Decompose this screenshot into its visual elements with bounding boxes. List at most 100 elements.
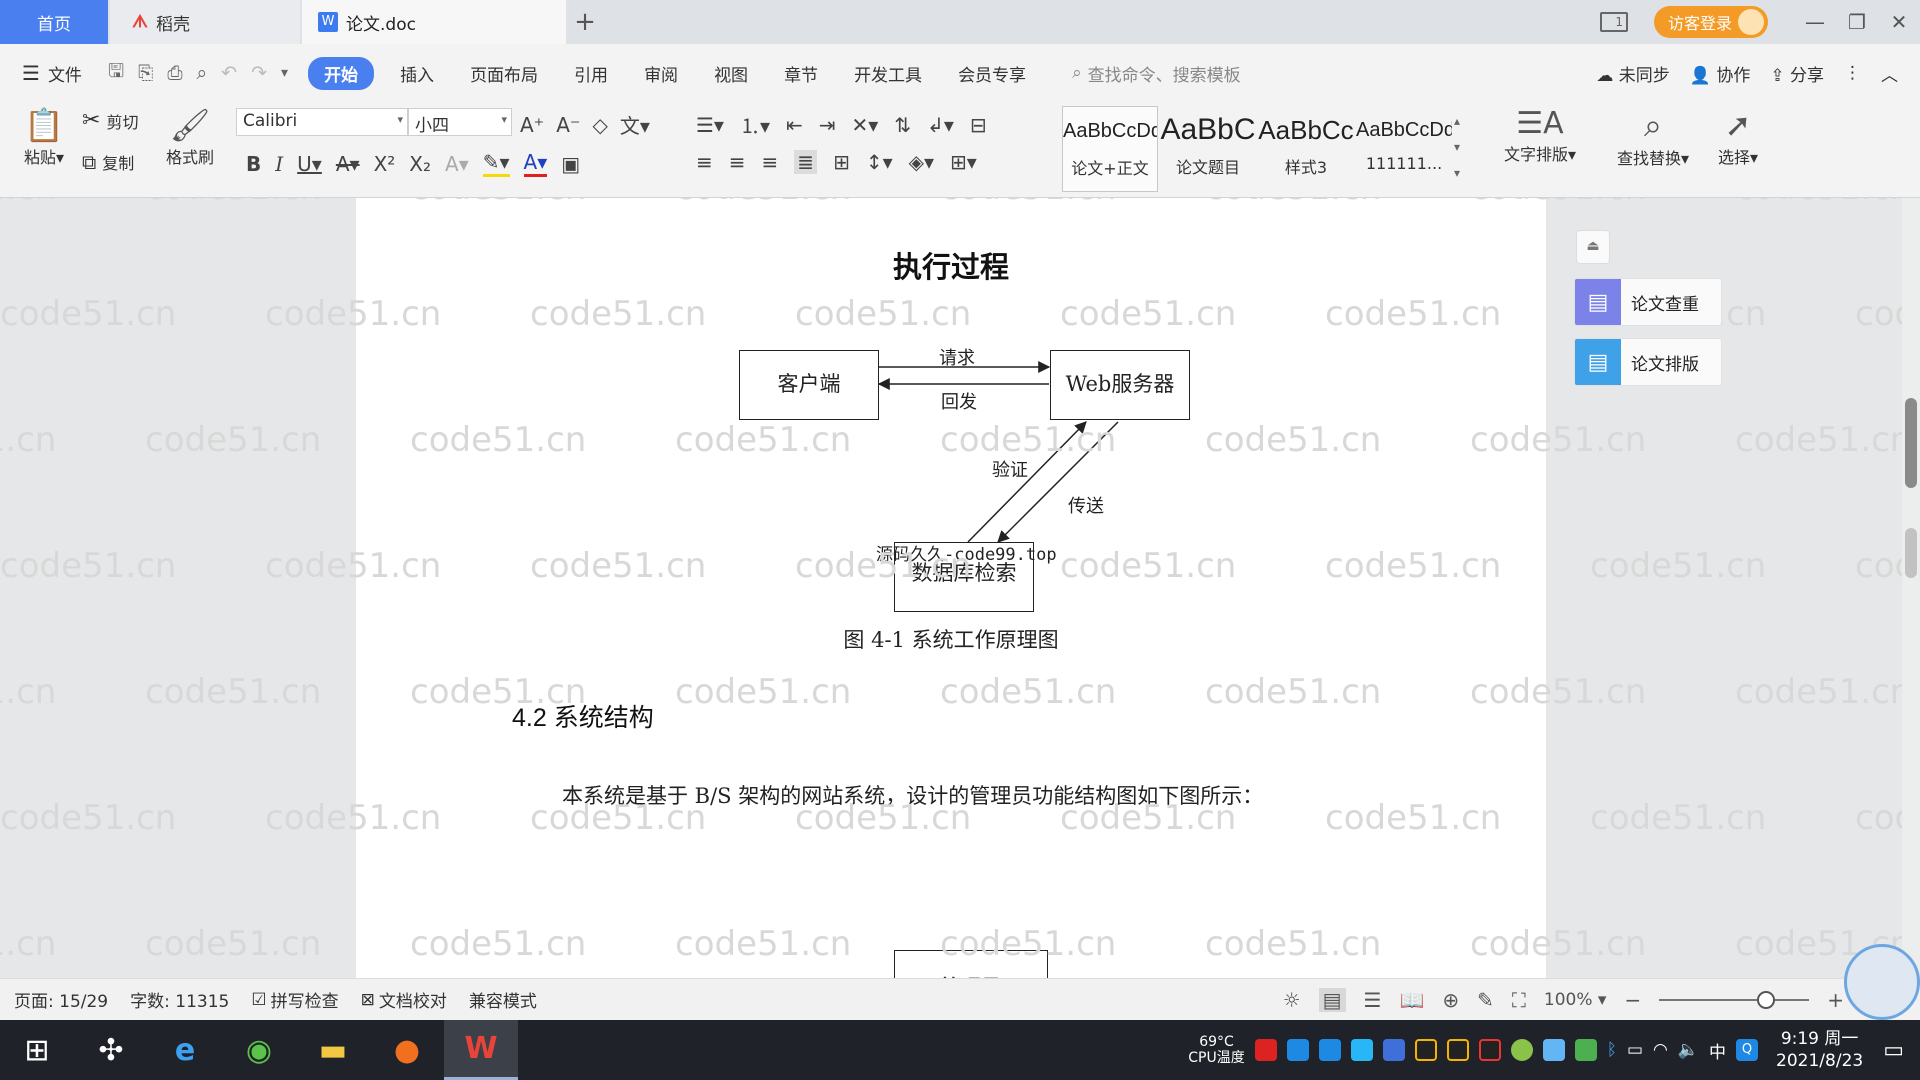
notification-icon[interactable]: ▭ bbox=[1883, 1038, 1904, 1063]
menu-tab-member[interactable]: 会员专享 bbox=[940, 61, 1044, 86]
numbered-list-icon[interactable]: ⒈▾ bbox=[740, 110, 770, 139]
page-indicator[interactable]: 页面: 15/29 bbox=[14, 987, 108, 1012]
command-search[interactable]: ⌕ 查找命令、搜索模板 bbox=[1072, 61, 1241, 86]
text-effect-icon[interactable]: A▾ bbox=[445, 152, 469, 176]
collab-button[interactable]: 👤 协作 bbox=[1690, 61, 1751, 86]
align-center-icon[interactable]: ≡ bbox=[729, 150, 746, 174]
qq-icon[interactable] bbox=[1414, 1039, 1437, 1061]
menu-tab-view[interactable]: 视图 bbox=[696, 61, 766, 86]
bold-icon[interactable]: B bbox=[246, 152, 261, 176]
visitor-login-button[interactable]: 访客登录 bbox=[1653, 6, 1768, 38]
word-count[interactable]: 字数: 11315 bbox=[130, 987, 229, 1012]
menu-tab-references[interactable]: 引用 bbox=[556, 61, 626, 86]
reading-view-icon[interactable]: 📖 bbox=[1399, 988, 1424, 1012]
shield-icon[interactable] bbox=[1382, 1039, 1405, 1061]
taskbar-app-orange[interactable]: ● bbox=[370, 1020, 444, 1080]
font-name-select[interactable]: Calibri bbox=[236, 108, 408, 136]
print-icon[interactable]: ⎙ bbox=[167, 62, 182, 84]
nvidia-icon[interactable] bbox=[1574, 1039, 1597, 1061]
layout-icon[interactable]: 1 bbox=[1599, 12, 1628, 32]
italic-icon[interactable]: I bbox=[275, 152, 283, 176]
scrollbar-thumb-secondary[interactable] bbox=[1905, 528, 1917, 578]
shrink-font-icon[interactable]: A⁻ bbox=[556, 113, 580, 137]
decrease-indent-icon[interactable]: ⇤ bbox=[786, 113, 803, 137]
save-icon[interactable]: 🖫 bbox=[108, 57, 124, 89]
start-button[interactable]: ⊞ bbox=[0, 1020, 74, 1080]
spell-check-button[interactable]: ☑ 拼写检查 bbox=[251, 987, 338, 1013]
strikethrough-icon[interactable]: A▾ bbox=[336, 152, 360, 176]
volume-icon[interactable]: 🔈 bbox=[1678, 1040, 1699, 1060]
align-left-icon[interactable]: ≡ bbox=[696, 150, 713, 174]
menu-tab-review[interactable]: 审阅 bbox=[626, 61, 696, 86]
char-border-icon[interactable]: ▣ bbox=[561, 152, 580, 176]
paper-layout-button[interactable]: ▤ 论文排版 bbox=[1574, 338, 1722, 386]
font-size-select[interactable]: 小四 bbox=[408, 108, 512, 136]
zoom-out-icon[interactable]: − bbox=[1624, 988, 1641, 1012]
print-preview-icon[interactable]: ⌕ bbox=[197, 62, 208, 84]
select-button[interactable]: ➚ 选择▾ bbox=[1710, 106, 1766, 168]
subscript-icon[interactable]: X₂ bbox=[409, 152, 431, 176]
cpu-temperature[interactable]: 69°C CPU温度 bbox=[1188, 1034, 1244, 1066]
style-gallery-scroll[interactable]: ▴ ▾ ▾ bbox=[1454, 108, 1460, 186]
cut-button[interactable]: ✂ 剪切 bbox=[82, 108, 138, 133]
menu-tab-page-layout[interactable]: 页面布局 bbox=[452, 61, 556, 86]
superscript-icon[interactable]: X² bbox=[374, 152, 396, 176]
style-111111[interactable]: AaBbCcDd 111111... bbox=[1356, 106, 1452, 192]
collapse-ribbon-icon[interactable]: ︿ bbox=[1881, 61, 1898, 86]
close-button[interactable]: ✕ bbox=[1878, 10, 1920, 34]
zoom-in-icon[interactable]: + bbox=[1827, 988, 1844, 1012]
wifi-icon[interactable]: ◠ bbox=[1653, 1040, 1668, 1060]
bluetooth-icon[interactable]: ᛒ bbox=[1607, 1040, 1617, 1060]
search-app-icon[interactable]: Q bbox=[1736, 1039, 1759, 1061]
redo-icon[interactable]: ↷ bbox=[251, 62, 267, 84]
tray-lightblue-icon[interactable] bbox=[1542, 1039, 1565, 1061]
scrollbar-thumb[interactable] bbox=[1905, 398, 1917, 488]
pen-icon[interactable]: ✎ bbox=[1477, 988, 1494, 1012]
page-view-icon[interactable]: ▤ bbox=[1318, 988, 1346, 1012]
clear-format-icon[interactable]: ◇ bbox=[593, 113, 608, 137]
highlight-icon[interactable]: ✎▾ bbox=[482, 150, 510, 177]
align-right-icon[interactable]: ≡ bbox=[762, 150, 779, 174]
menu-tab-insert[interactable]: 插入 bbox=[382, 61, 452, 86]
distribute-icon[interactable]: ⊞ bbox=[833, 150, 850, 174]
new-tab-button[interactable]: + bbox=[568, 0, 602, 44]
tray-blue-icon[interactable] bbox=[1286, 1039, 1309, 1061]
increase-indent-icon[interactable]: ⇥ bbox=[819, 113, 836, 137]
eye-protection-icon[interactable]: ☼ bbox=[1283, 988, 1301, 1012]
qq-icon-2[interactable] bbox=[1446, 1039, 1469, 1061]
bullet-list-icon[interactable]: ☰▾ bbox=[696, 113, 724, 137]
side-panel-collapse-button[interactable]: ⏏ bbox=[1576, 230, 1610, 264]
tray-red-icon[interactable] bbox=[1254, 1039, 1277, 1061]
menu-tab-developer[interactable]: 开发工具 bbox=[836, 61, 940, 86]
minimize-button[interactable]: — bbox=[1794, 10, 1836, 34]
taskbar-app-browser[interactable]: ◉ bbox=[222, 1020, 296, 1080]
share-button[interactable]: ⇪ 分享 bbox=[1770, 61, 1824, 86]
sync-status[interactable]: ☁ 未同步 bbox=[1596, 61, 1669, 86]
ime-indicator[interactable]: 中 bbox=[1709, 1038, 1726, 1063]
style-3[interactable]: AaBbCc 样式3 bbox=[1258, 106, 1354, 192]
tab-daoke[interactable]: ᗑ 稻壳 bbox=[110, 0, 300, 44]
menu-tab-start[interactable]: 开始 bbox=[308, 56, 375, 90]
document-page[interactable]: 执行过程 客户端 Web服务器 请求 回发 验证 传送 数据库检索 源码久久-c… bbox=[356, 198, 1546, 978]
format-painter-button[interactable]: 🖌 格式刷 bbox=[162, 106, 218, 168]
clock[interactable]: 9:19 周一 2021/8/23 bbox=[1776, 1028, 1863, 1072]
tray-blue-icon-2[interactable] bbox=[1318, 1039, 1341, 1061]
web-view-icon[interactable]: ⊕ bbox=[1442, 988, 1459, 1012]
style-paper-body[interactable]: AaBbCcDd 论文+正文 bbox=[1062, 106, 1158, 192]
shading-icon[interactable]: ◈▾ bbox=[909, 150, 934, 174]
phonetic-icon[interactable]: 文▾ bbox=[620, 110, 650, 139]
undo-icon[interactable]: ↶ bbox=[221, 62, 237, 84]
taskbar-app-explorer[interactable]: ▬ bbox=[296, 1020, 370, 1080]
tab-document[interactable]: W 论文.doc bbox=[302, 0, 566, 44]
taskbar-app-ie[interactable]: e bbox=[148, 1020, 222, 1080]
chinese-layout-icon[interactable]: ✕▾ bbox=[852, 113, 879, 137]
style-paper-title[interactable]: AaBbC 论文题目 bbox=[1160, 106, 1256, 192]
tray-network-app-icon[interactable] bbox=[1350, 1039, 1373, 1061]
text-layout-button[interactable]: ☰A 文字排版▾ bbox=[1496, 106, 1584, 165]
taskbar-app-wps[interactable]: W bbox=[444, 1020, 518, 1080]
menu-tab-section[interactable]: 章节 bbox=[766, 61, 836, 86]
show-marks-icon[interactable]: ↲▾ bbox=[927, 113, 954, 137]
copy-button[interactable]: ⧉ 复制 bbox=[82, 150, 134, 174]
outline-view-icon[interactable]: ☰ bbox=[1364, 988, 1382, 1012]
battery-icon[interactable]: ▭ bbox=[1627, 1040, 1643, 1060]
